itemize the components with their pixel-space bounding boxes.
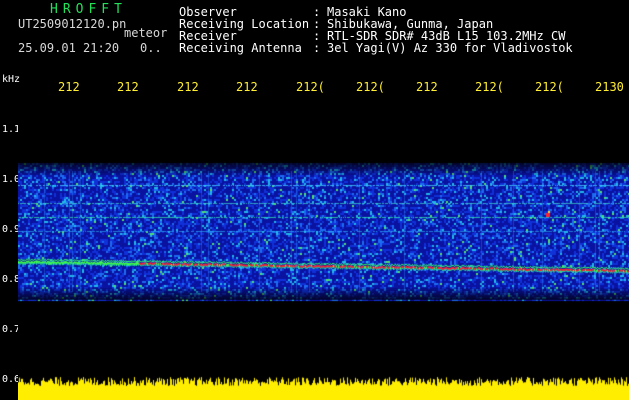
date-time: 25.09.01 21:20 [18,41,120,55]
time-tick-label: 212( [296,80,325,94]
info-separator: : [313,41,321,55]
file-name: UT2509012120.pn [18,17,127,31]
status-text: 0.. [140,41,162,55]
time-tick-label: 212( [535,80,564,94]
mode-label: meteor [124,26,168,40]
time-tick-label: 212 [236,80,258,94]
time-tick-label: 212 [177,80,199,94]
time-tick-label: 212 [58,80,80,94]
time-tick-label: 212 [117,80,139,94]
time-tick-label: 2130 [595,80,624,94]
time-tick-label: 212 [416,80,438,94]
frequency-unit-label: kHz [2,74,21,85]
spectrogram-plot [18,95,629,375]
time-tick-label: 212( [475,80,504,94]
info-value-antenna: 3el Yagi(V) Az 330 for Vladivostok [327,41,573,55]
info-label-antenna: Receiving Antenna [179,41,302,55]
hrofft-logo: HROFFT [50,2,127,17]
signal-level-strip [18,375,629,400]
time-tick-label: 212( [356,80,385,94]
